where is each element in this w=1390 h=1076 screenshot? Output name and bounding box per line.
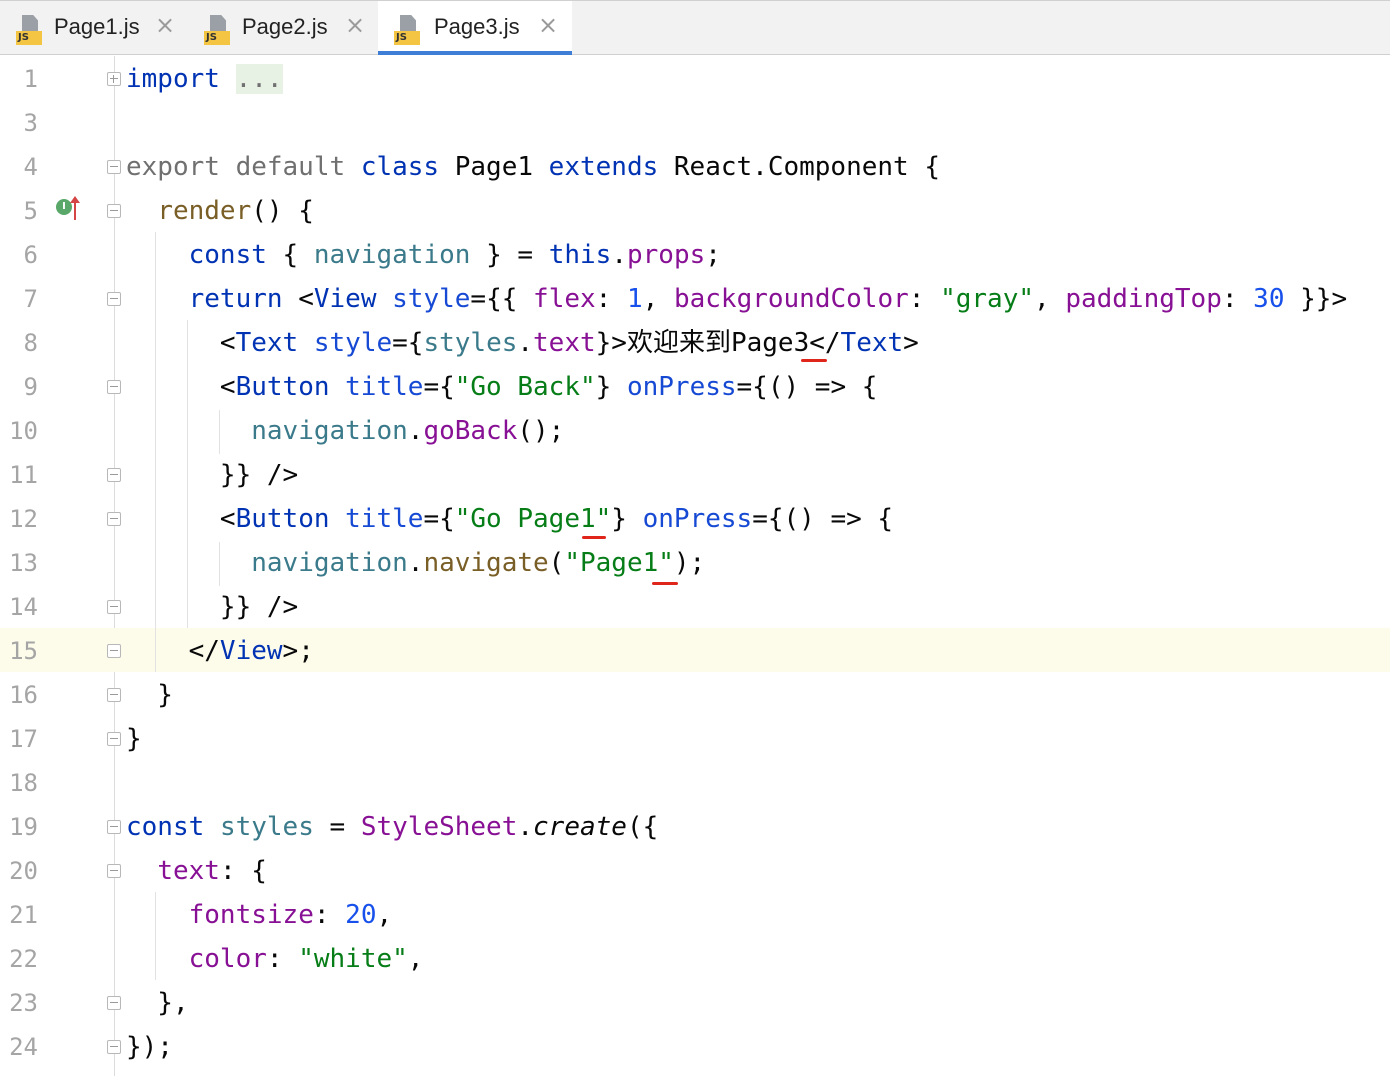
code-line: 21 fontsize: 20, xyxy=(0,893,1390,937)
code-text: </View>; xyxy=(126,636,314,666)
line-number: 9 xyxy=(23,373,38,401)
js-file-icon: JS xyxy=(16,15,44,45)
code-text: color: "white", xyxy=(188,944,424,974)
code-text: } xyxy=(126,680,173,710)
code-text: <Text style={styles.text}>欢迎来到Page3</Tex… xyxy=(126,328,919,358)
fold-collapse-icon[interactable] xyxy=(107,160,121,174)
code-text: }, xyxy=(126,988,189,1018)
fold-collapse-icon[interactable] xyxy=(107,820,121,834)
code-text: <Button title={"Go Back"} onPress={() =>… xyxy=(126,372,878,402)
line-number: 23 xyxy=(9,989,38,1017)
line-number: 3 xyxy=(23,109,38,137)
code-line: 14 }} /> xyxy=(0,585,1390,629)
code-line: 10 navigation.goBack(); xyxy=(0,409,1390,453)
code-line: 8 <Text style={styles.text}>欢迎来到Page3</T… xyxy=(0,321,1390,365)
code-line: 3 xyxy=(0,101,1390,145)
fold-end-icon[interactable] xyxy=(107,996,121,1010)
code-text: fontsize: 20, xyxy=(188,900,393,930)
code-line: 23 }, xyxy=(0,981,1390,1025)
code-line: 19 const styles = StyleSheet.create({ xyxy=(0,805,1390,849)
fold-collapse-icon[interactable] xyxy=(107,864,121,878)
fold-end-icon[interactable] xyxy=(107,600,121,614)
line-number: 1 xyxy=(23,65,38,93)
line-number: 22 xyxy=(9,945,38,973)
fold-end-icon[interactable] xyxy=(107,1040,121,1054)
fold-end-icon[interactable] xyxy=(107,688,121,702)
js-file-icon: JS xyxy=(204,15,232,45)
line-number: 10 xyxy=(9,417,38,445)
code-text: const { navigation } = this.props; xyxy=(188,240,721,270)
line-number: 19 xyxy=(9,813,38,841)
code-text: export default class Page1 extends React… xyxy=(126,152,941,182)
code-text: }} /> xyxy=(126,592,299,622)
code-line-current: 15 </View>; xyxy=(0,629,1390,673)
code-text: }); xyxy=(126,1032,173,1062)
close-icon[interactable]: × xyxy=(538,11,558,39)
line-number: 11 xyxy=(9,461,38,489)
code-line: 6 const { navigation } = this.props; xyxy=(0,233,1390,277)
line-number: 20 xyxy=(9,857,38,885)
folded-imports[interactable]: ... xyxy=(235,64,283,94)
code-line: 1 import ... xyxy=(0,57,1390,101)
line-number: 12 xyxy=(9,505,38,533)
highlight-underline xyxy=(801,359,827,362)
fold-collapse-icon[interactable] xyxy=(107,292,121,306)
code-line: 11 }} /> xyxy=(0,453,1390,497)
code-text: render() { xyxy=(157,196,314,226)
code-text: return <View style={{ flex: 1, backgroun… xyxy=(188,284,1348,314)
js-file-icon: JS xyxy=(394,15,422,45)
line-number: 4 xyxy=(23,153,38,181)
code-text: } xyxy=(126,724,142,754)
close-icon[interactable]: × xyxy=(155,11,175,39)
fold-expand-icon[interactable] xyxy=(107,72,121,86)
tab-page3[interactable]: JS Page3.js × xyxy=(378,1,572,55)
fold-collapse-icon[interactable] xyxy=(107,512,121,526)
code-line: 9 <Button title={"Go Back"} onPress={() … xyxy=(0,365,1390,409)
code-line: 16 } xyxy=(0,673,1390,717)
code-text: navigation.navigate("Page1"); xyxy=(251,548,706,578)
fold-end-icon[interactable] xyxy=(107,732,121,746)
line-number: 7 xyxy=(23,285,38,313)
tab-label: Page2.js xyxy=(242,14,328,39)
code-line: 24 }); xyxy=(0,1025,1390,1069)
tab-label: Page3.js xyxy=(434,14,520,39)
highlight-underline xyxy=(582,536,606,539)
line-number: 8 xyxy=(23,329,38,357)
code-text: text: { xyxy=(157,856,267,886)
line-number: 16 xyxy=(9,681,38,709)
line-number: 6 xyxy=(23,241,38,269)
fold-collapse-icon[interactable] xyxy=(107,380,121,394)
line-number: 14 xyxy=(9,593,38,621)
code-text: import ... xyxy=(126,64,283,94)
fold-end-icon[interactable] xyxy=(107,644,121,658)
code-line: 4 export default class Page1 extends Rea… xyxy=(0,145,1390,189)
code-line: 22 color: "white", xyxy=(0,937,1390,981)
code-line: 7 return <View style={{ flex: 1, backgro… xyxy=(0,277,1390,321)
highlight-underline xyxy=(652,582,678,585)
code-line: 12 <Button title={"Go Page1"} onPress={(… xyxy=(0,497,1390,541)
line-number: 17 xyxy=(9,725,38,753)
line-number: 18 xyxy=(9,769,38,797)
code-line: 5 render() { xyxy=(0,189,1390,233)
code-text: const styles = StyleSheet.create({ xyxy=(126,812,659,842)
tab-label: Page1.js xyxy=(54,14,140,39)
editor-tab-bar: JS Page1.js × JS Page2.js × JS Page3.js … xyxy=(0,0,1390,55)
code-line: 18 xyxy=(0,761,1390,805)
code-text: navigation.goBack(); xyxy=(251,416,565,446)
line-number: 15 xyxy=(9,637,38,665)
fold-collapse-icon[interactable] xyxy=(107,204,121,218)
fold-end-icon[interactable] xyxy=(107,468,121,482)
code-line: 17 } xyxy=(0,717,1390,761)
close-icon[interactable]: × xyxy=(345,11,365,39)
tab-page1[interactable]: JS Page1.js × xyxy=(0,1,190,55)
line-number: 24 xyxy=(9,1033,38,1061)
line-number: 21 xyxy=(9,901,38,929)
code-text: <Button title={"Go Page1"} onPress={() =… xyxy=(126,504,894,534)
line-number: 5 xyxy=(23,197,38,225)
tab-page2[interactable]: JS Page2.js × xyxy=(190,1,378,55)
line-number: 13 xyxy=(9,549,38,577)
code-line: 20 text: { xyxy=(0,849,1390,893)
code-line: 13 navigation.navigate("Page1"); xyxy=(0,541,1390,585)
code-text: }} /> xyxy=(126,460,299,490)
